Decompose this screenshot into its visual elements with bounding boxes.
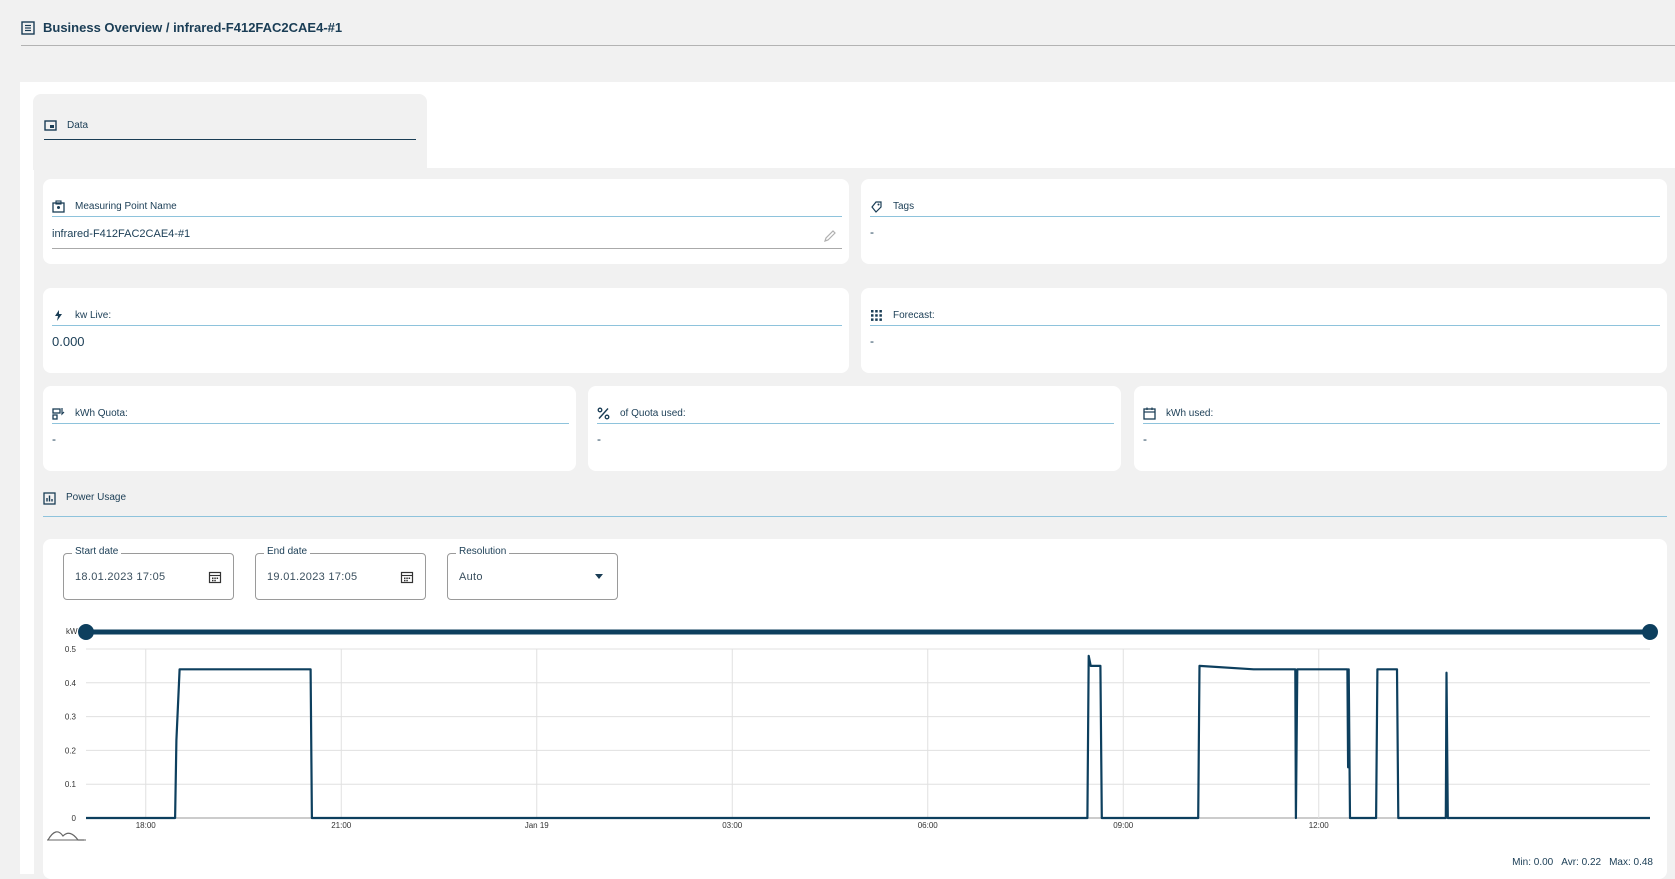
y-tick-label: 0.4 bbox=[65, 679, 77, 688]
tags-label: Tags bbox=[893, 201, 915, 212]
measuring-point-label: Measuring Point Name bbox=[75, 201, 177, 212]
tab-data[interactable]: Data bbox=[33, 94, 427, 170]
pencil-icon[interactable] bbox=[823, 229, 837, 243]
range-slider-handle-end[interactable] bbox=[1642, 624, 1658, 640]
x-tick-label: Jan 19 bbox=[525, 821, 550, 830]
calendar-icon bbox=[1143, 407, 1156, 420]
forecast-label: Forecast: bbox=[893, 310, 935, 321]
quota-used-label: of Quota used: bbox=[620, 408, 686, 419]
wave-icon bbox=[47, 831, 84, 841]
stat-max: Max: 0.48 bbox=[1609, 857, 1653, 868]
quota-used-value: - bbox=[597, 432, 601, 446]
kwh-quota-value: - bbox=[52, 432, 56, 446]
quota-icon bbox=[52, 408, 65, 420]
stat-min: Min: 0.00 bbox=[1512, 857, 1554, 868]
power-usage-chart: 0 0.1 0.2 0.3 0.4 0.5 kW 18:00 21:00 Jan 19 03:00 0… bbox=[47, 624, 1658, 841]
kw-live-card: kw Live: 0.000 bbox=[43, 288, 849, 373]
kwh-quota-head: kWh Quota: bbox=[52, 404, 569, 424]
kwh-quota-label: kWh Quota: bbox=[75, 408, 128, 419]
grid-icon bbox=[871, 310, 882, 321]
tags-value: - bbox=[870, 225, 874, 239]
quota-used-card: of Quota used: - bbox=[588, 386, 1121, 471]
y-tick-label: 0.2 bbox=[65, 746, 77, 755]
quota-used-head: of Quota used: bbox=[597, 404, 1114, 424]
kw-live-head: kw Live: bbox=[52, 306, 842, 326]
measuring-point-head: Measuring Point Name bbox=[52, 197, 842, 217]
y-tick-label: 0.3 bbox=[65, 713, 77, 722]
y-tick-label: 0.5 bbox=[65, 645, 77, 654]
power-usage-card: Start date 18.01.2023 17:05 End date 19.… bbox=[43, 539, 1667, 879]
kw-live-value: 0.000 bbox=[52, 334, 85, 349]
x-tick-label: 09:00 bbox=[1113, 821, 1134, 830]
tags-card: Tags - bbox=[861, 179, 1667, 264]
forecast-head: Forecast: bbox=[870, 306, 1660, 326]
tags-head: Tags bbox=[870, 197, 1660, 217]
id-card-icon bbox=[52, 200, 65, 213]
power-usage-head: Power Usage bbox=[43, 490, 1667, 517]
forecast-value: - bbox=[870, 334, 874, 348]
percent-icon bbox=[597, 407, 610, 420]
kwh-quota-card: kWh Quota: - bbox=[43, 386, 576, 471]
window-icon bbox=[44, 120, 57, 131]
series-line bbox=[86, 654, 1650, 820]
x-tick-label: 21:00 bbox=[331, 821, 352, 830]
stat-avg: Avr: 0.22 bbox=[1561, 857, 1602, 868]
x-tick-label: 03:00 bbox=[722, 821, 743, 830]
page-title: Business Overview / infrared-F412FAC2CAE… bbox=[43, 20, 343, 35]
measuring-point-card: Measuring Point Name infrared-F412FAC2CA… bbox=[43, 179, 849, 264]
page-header: Business Overview / infrared-F412FAC2CAE… bbox=[21, 18, 1675, 46]
forecast-card: Forecast: - bbox=[861, 288, 1667, 373]
x-tick-label: 06:00 bbox=[918, 821, 939, 830]
main-panel-side bbox=[20, 82, 34, 874]
x-tick-label: 18:00 bbox=[136, 821, 157, 830]
measuring-point-underline bbox=[52, 248, 842, 249]
list-icon bbox=[21, 21, 35, 35]
power-usage-title: Power Usage bbox=[66, 492, 127, 503]
kwh-used-label: kWh used: bbox=[1166, 408, 1214, 419]
kwh-used-card: kWh used: - bbox=[1134, 386, 1667, 471]
bar-chart-icon bbox=[43, 492, 56, 505]
range-slider-handle-start[interactable] bbox=[78, 624, 94, 640]
y-axis-label: kW bbox=[66, 627, 78, 636]
tab-data-inner: Data bbox=[44, 118, 416, 140]
y-tick-label: 0 bbox=[72, 814, 77, 823]
kw-live-label: kw Live: bbox=[75, 310, 112, 321]
tags-icon bbox=[871, 201, 882, 213]
x-tick-label: 12:00 bbox=[1309, 821, 1330, 830]
chart-stats: Min: 0.00 Avr: 0.22 Max: 0.48 bbox=[1512, 857, 1653, 868]
kwh-used-value: - bbox=[1143, 432, 1147, 446]
lightning-icon bbox=[55, 310, 62, 321]
kwh-used-head: kWh used: bbox=[1143, 404, 1660, 424]
tab-data-label: Data bbox=[67, 120, 89, 131]
measuring-point-value[interactable]: infrared-F412FAC2CAE4-#1 bbox=[52, 228, 190, 240]
y-tick-label: 0.1 bbox=[65, 780, 77, 789]
